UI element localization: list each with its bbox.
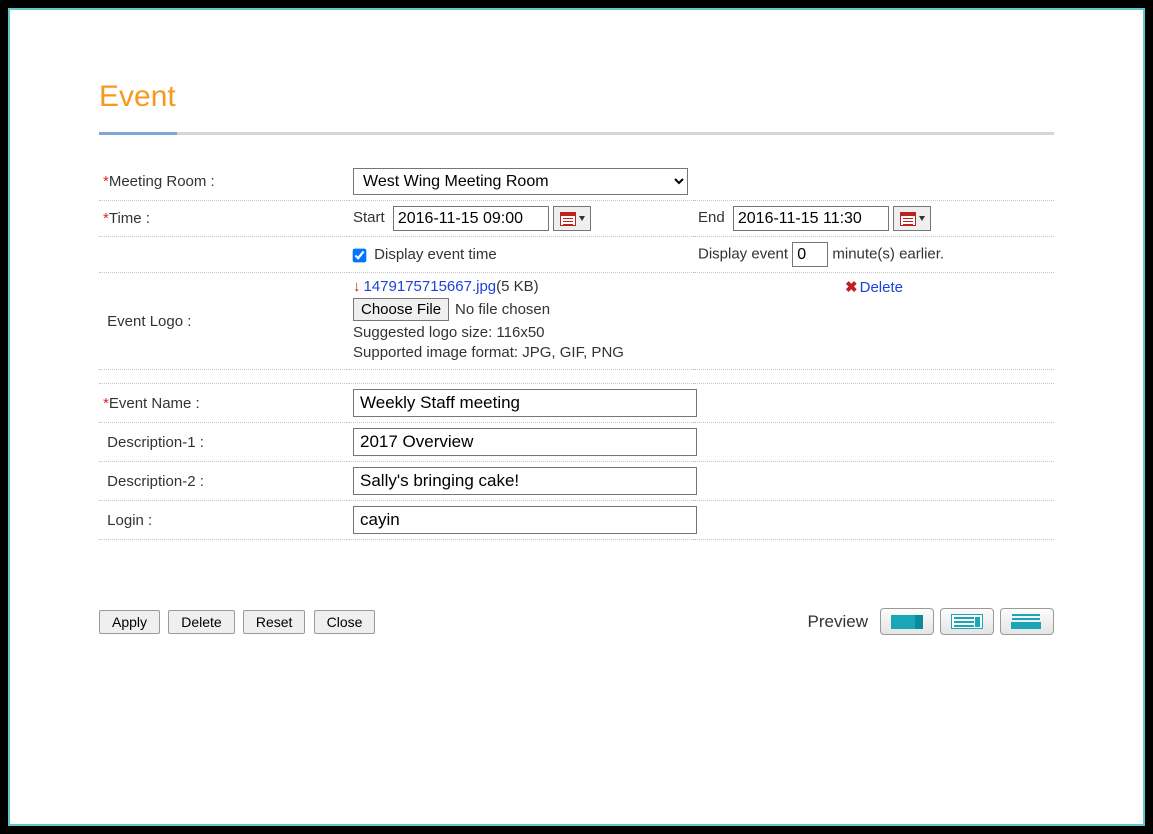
delete-label: Delete [860, 279, 903, 296]
action-button-row: Apply Delete Reset Close [99, 610, 379, 634]
minutes-earlier-input[interactable] [792, 242, 828, 267]
reset-button[interactable]: Reset [243, 610, 306, 634]
display-event-label: Display event [698, 246, 788, 263]
calendar-icon [900, 212, 916, 226]
login-label: Login : [107, 512, 152, 529]
preview-label: Preview [808, 612, 868, 632]
preview-layout-3-button[interactable] [1000, 608, 1054, 635]
login-input[interactable] [353, 506, 697, 534]
delete-logo-link[interactable]: ✖Delete [845, 279, 903, 296]
event-name-input[interactable] [353, 389, 697, 417]
logo-file-size: (5 KB) [496, 278, 539, 295]
end-calendar-button[interactable] [893, 206, 931, 231]
footer: Apply Delete Reset Close Preview [99, 608, 1054, 635]
layout-2-icon [951, 614, 983, 629]
description1-label: Description-1 : [107, 434, 204, 451]
start-calendar-button[interactable] [553, 206, 591, 231]
calendar-icon [560, 212, 576, 226]
display-event-time-checkbox[interactable] [353, 248, 367, 262]
minutes-earlier-label: minute(s) earlier. [832, 246, 944, 263]
delete-icon: ✖ [845, 279, 858, 296]
end-label: End [698, 209, 725, 226]
supported-format-hint: Supported image format: JPG, GIF, PNG [353, 344, 690, 361]
end-datetime-input[interactable] [733, 206, 889, 231]
event-form-container: Event *Meeting Room : West Wing Meeting … [99, 80, 1054, 635]
choose-file-button[interactable]: Choose File [353, 298, 449, 321]
preview-layout-2-button[interactable] [940, 608, 994, 635]
description2-input[interactable] [353, 467, 697, 495]
layout-3-icon [1011, 614, 1043, 629]
time-label: Time : [109, 210, 150, 227]
event-name-label: Event Name : [109, 395, 200, 412]
display-event-time-label: Display event time [374, 246, 497, 263]
logo-file-link[interactable]: 1479175715667.jpg [364, 278, 497, 295]
meeting-room-select[interactable]: West Wing Meeting Room [353, 168, 688, 195]
window-frame: Event *Meeting Room : West Wing Meeting … [8, 8, 1145, 826]
suggested-size-hint: Suggested logo size: 116x50 [353, 324, 690, 341]
start-label: Start [353, 209, 385, 226]
progress-bar [99, 132, 1054, 135]
delete-button[interactable]: Delete [168, 610, 234, 634]
chevron-down-icon [919, 216, 925, 221]
layout-1-icon [891, 615, 923, 629]
start-datetime-input[interactable] [393, 206, 549, 231]
description2-label: Description-2 : [107, 473, 204, 490]
preview-group: Preview [808, 608, 1054, 635]
no-file-chosen-label: No file chosen [455, 301, 550, 318]
chevron-down-icon [579, 216, 585, 221]
description1-input[interactable] [353, 428, 697, 456]
logo-block: ↓1479175715667.jpg(5 KB) Choose File No f… [353, 278, 690, 361]
preview-layout-1-button[interactable] [880, 608, 934, 635]
progress-fill [99, 132, 177, 135]
page-title: Event [99, 80, 1054, 114]
apply-button[interactable]: Apply [99, 610, 160, 634]
meeting-room-label: Meeting Room : [109, 173, 215, 190]
close-button[interactable]: Close [314, 610, 376, 634]
form-table: *Meeting Room : West Wing Meeting Room *… [99, 163, 1054, 540]
download-icon: ↓ [353, 278, 361, 295]
event-logo-label: Event Logo : [107, 313, 191, 330]
